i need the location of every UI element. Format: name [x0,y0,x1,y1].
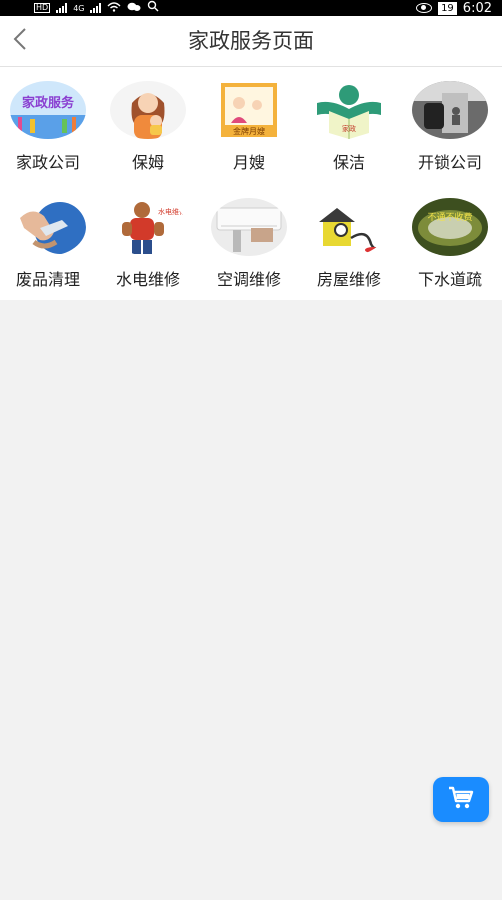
signal-icon-2 [90,3,102,13]
service-label: 空调维修 [216,270,281,289]
top-nav-bar: 家政服务页面 [0,16,502,67]
locksmith-image [412,81,488,139]
service-item-housekeeping-company[interactable]: 家政服务 家政公司 [0,67,98,173]
service-item-locksmith[interactable]: 开锁公司 [400,67,500,173]
housekeeping-company-image: 家政服务 [10,81,86,139]
service-item-air-conditioner-repair[interactable]: 空调维修 [199,184,299,290]
search-icon [147,0,159,16]
service-label: 家政公司 [15,153,80,172]
drain-image-text: 不通不收费 [427,211,472,223]
maternity-nurse-image: 金牌月嫂 [211,81,287,139]
network-badge: HD [34,3,51,13]
cleaning-image: 家政 [311,81,387,139]
status-right: 19 6:02 [416,0,492,16]
status-bar: HD 4G 19 6:02 [0,0,502,16]
wifi-icon [107,1,121,16]
service-grid: 家政服务 家政公司 保姆 金牌月嫂 月嫂 家政 保洁 开锁公司 废品清理 水电维… [0,67,502,300]
service-item-cleaning[interactable]: 家政 保洁 [299,67,399,173]
shopping-cart-icon [447,785,475,815]
nanny-image [110,81,186,139]
eye-icon [416,3,433,13]
service-item-maternity-nurse[interactable]: 金牌月嫂 月嫂 [199,67,299,173]
house-repair-image [311,198,387,256]
service-item-drain-cleaning[interactable]: 不通不收费 下水道疏 [400,184,500,290]
shopping-cart-button[interactable] [433,777,489,822]
service-item-house-repair[interactable]: 房屋维修 [299,184,399,290]
service-label: 保姆 [131,153,164,172]
page-title: 家政服务页面 [188,29,314,53]
service-label: 水电维修 [115,270,180,289]
service-item-waste-clearance[interactable]: 废品清理 [0,184,98,290]
signal-icon [56,3,68,13]
plumbing-electric-repair-image: 水电维修 [110,198,186,256]
housekeeping-image-text: 家政服务 [22,95,75,111]
drain-cleaning-image: 不通不收费 [412,198,488,256]
signal-badge: 4G [73,3,85,13]
service-label: 月嫂 [232,153,265,172]
status-left: HD 4G [34,0,159,16]
service-label: 保洁 [332,153,365,172]
service-label: 废品清理 [15,270,80,289]
chat-icon [127,1,141,16]
service-item-plumbing-electric-repair[interactable]: 水电维修 水电维修 [98,184,198,290]
clock-time: 6:02 [462,0,492,16]
cleaning-image-text: 家政 [342,124,356,133]
plumbing-image-text: 水电维修 [158,207,186,216]
service-label: 下水道疏 [417,270,482,289]
service-label: 开锁公司 [417,153,482,172]
battery-icon: 19 [438,1,457,15]
service-label: 房屋维修 [316,270,381,289]
maternity-image-text: 金牌月嫂 [233,126,265,136]
waste-clearance-image [10,198,86,256]
air-conditioner-repair-image [211,198,287,256]
service-item-nanny[interactable]: 保姆 [98,67,198,173]
